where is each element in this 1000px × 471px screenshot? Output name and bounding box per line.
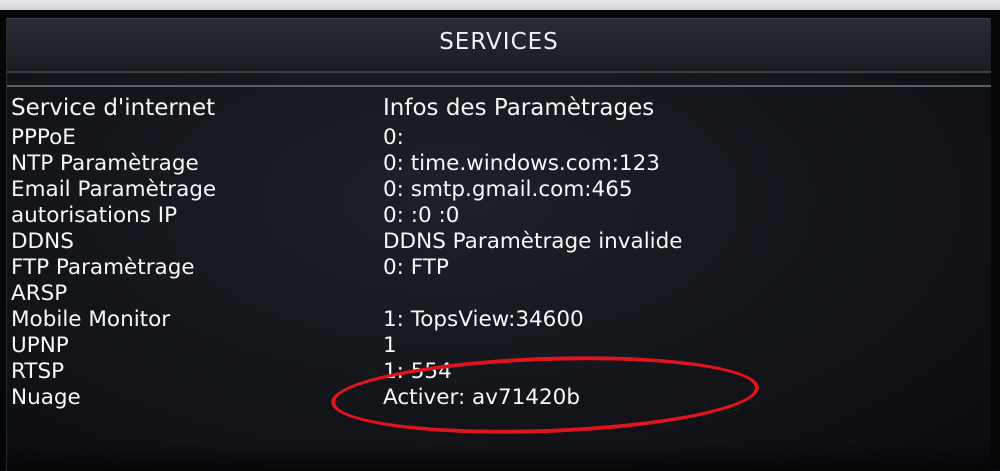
- service-info: 1: [383, 333, 397, 358]
- page-title: SERVICES: [439, 29, 559, 55]
- table-row-ddns[interactable]: DDNS DDNS Paramètrage invalide: [7, 229, 991, 255]
- services-panel: SERVICES Service d'internet Infos des Pa…: [6, 18, 991, 471]
- column-header-info: Infos des Paramètrages: [383, 95, 655, 121]
- screen-shadow: [7, 443, 991, 471]
- table-row-ip-permissions[interactable]: autorisations IP 0: :0 :0: [7, 203, 991, 229]
- service-name: ARSP: [11, 281, 68, 306]
- table-row-mobile-monitor[interactable]: Mobile Monitor 1: TopsView:34600: [7, 307, 991, 333]
- service-name: Nuage: [11, 385, 81, 410]
- table-row-email[interactable]: Email Paramètrage 0: smtp.gmail.com:465: [7, 177, 991, 203]
- service-info: DDNS Paramètrage invalide: [383, 229, 683, 254]
- service-name: FTP Paramètrage: [11, 255, 195, 280]
- table-row-upnp[interactable]: UPNP 1: [7, 333, 991, 359]
- service-info: 0: :0 :0: [383, 203, 460, 228]
- service-name: Mobile Monitor: [11, 307, 171, 332]
- monitor-screen: SERVICES Service d'internet Infos des Pa…: [0, 10, 1000, 471]
- table-row-ftp[interactable]: FTP Paramètrage 0: FTP: [7, 255, 991, 281]
- service-name: NTP Paramètrage: [11, 151, 199, 176]
- column-header-service: Service d'internet: [11, 95, 216, 121]
- service-name: RTSP: [11, 359, 65, 384]
- table-row-ntp[interactable]: NTP Paramètrage 0: time.windows.com:123: [7, 151, 991, 177]
- table-row-arsp[interactable]: ARSP: [7, 281, 991, 307]
- service-info: 0: smtp.gmail.com:465: [383, 177, 633, 202]
- service-name: PPPoE: [11, 125, 76, 150]
- service-info: 0: FTP: [383, 255, 449, 280]
- title-bar: SERVICES: [7, 19, 991, 73]
- service-info: 0:: [383, 125, 404, 150]
- service-name: autorisations IP: [11, 203, 178, 228]
- table-row-pppoe[interactable]: PPPoE 0:: [7, 125, 991, 151]
- service-name: Email Paramètrage: [11, 177, 217, 202]
- service-name: DDNS: [11, 229, 74, 254]
- table-header: Service d'internet Infos des Paramètrage…: [7, 85, 991, 127]
- service-info: 1: TopsView:34600: [383, 307, 584, 332]
- service-info: 0: time.windows.com:123: [383, 151, 660, 176]
- service-name: UPNP: [11, 333, 69, 358]
